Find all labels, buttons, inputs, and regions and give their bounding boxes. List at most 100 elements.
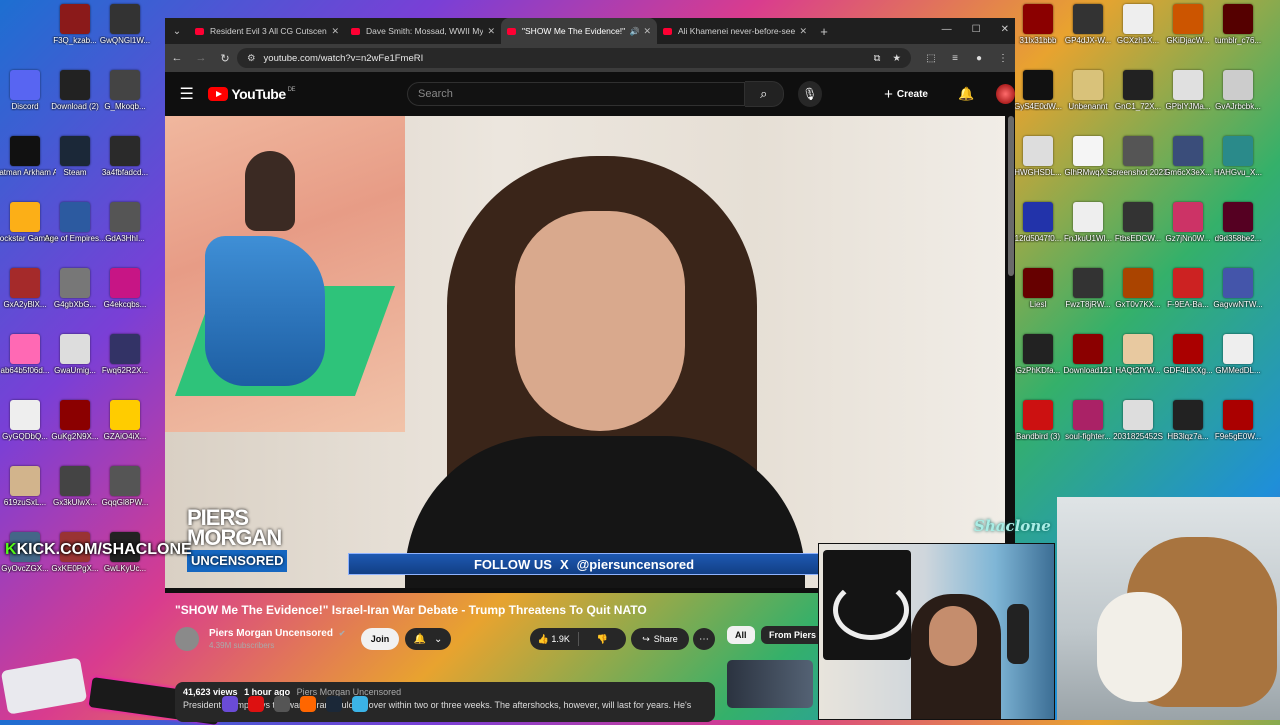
desktop-icon-image bbox=[1223, 268, 1253, 298]
desktop-icon-image bbox=[1223, 400, 1253, 430]
browser-window: ⌄ Resident Evil 3 All CG Cutscenes ✕ Dav… bbox=[165, 18, 1016, 722]
microphone-icon: 🎙 bbox=[802, 87, 818, 101]
tab-title: "SHOW Me The Evidence!" bbox=[522, 26, 626, 36]
game-app-icon[interactable] bbox=[274, 696, 290, 712]
desktop-icon-image bbox=[1223, 70, 1253, 100]
dog-cat-overlay bbox=[1057, 497, 1280, 720]
desktop-icon-label: GdA3HhI... bbox=[105, 234, 145, 243]
desktop-icon[interactable]: GagvwNTW... bbox=[1207, 264, 1269, 309]
subscribed-notification-button[interactable]: 🔔 ⌄ bbox=[405, 628, 451, 650]
red-app-icon[interactable] bbox=[248, 696, 264, 712]
youtube-logo[interactable]: YouTube DE bbox=[208, 86, 359, 102]
close-tab-icon[interactable]: ✕ bbox=[643, 26, 651, 37]
bell-icon: 🔔 bbox=[413, 633, 427, 645]
create-button[interactable]: + Create bbox=[884, 86, 928, 103]
desktop-icon-image bbox=[1173, 4, 1203, 34]
desktop-icon[interactable]: GqqGl8PW... bbox=[94, 462, 156, 507]
channel-name[interactable]: Piers Morgan Uncensored bbox=[209, 628, 333, 639]
create-label: Create bbox=[896, 88, 928, 100]
new-tab-button[interactable]: + bbox=[813, 24, 835, 39]
desktop-icon[interactable]: tumblr_c76... bbox=[1207, 0, 1269, 45]
site-info-icon[interactable]: ⚙ bbox=[247, 53, 256, 64]
desktop-icon-image bbox=[110, 202, 140, 232]
share-icon: ↪ bbox=[642, 633, 650, 644]
scrollbar-thumb[interactable] bbox=[1008, 116, 1014, 276]
extensions-icon[interactable]: ⬚ bbox=[919, 53, 943, 64]
close-tab-icon[interactable]: ✕ bbox=[331, 26, 339, 37]
desktop-icon-image bbox=[1073, 136, 1103, 166]
desktop-icon-image bbox=[1123, 136, 1153, 166]
close-tab-icon[interactable]: ✕ bbox=[799, 26, 807, 37]
recommended-video-thumbnail[interactable] bbox=[727, 660, 813, 708]
notepad-app-icon[interactable] bbox=[352, 696, 368, 712]
desktop-icon[interactable]: GZAiO4iX... bbox=[94, 396, 156, 441]
kitten bbox=[1097, 592, 1182, 702]
desktop-icon[interactable]: GvAJrbcbk... bbox=[1207, 66, 1269, 111]
minimize-icon[interactable]: — bbox=[942, 24, 952, 35]
reload-icon[interactable]: ↻ bbox=[213, 52, 237, 65]
close-tab-icon[interactable]: ✕ bbox=[487, 26, 495, 37]
steam-app-icon[interactable] bbox=[326, 696, 342, 712]
page-scrollbar[interactable] bbox=[1007, 116, 1015, 586]
address-bar[interactable]: ⚙ youtube.com/watch?v=n2wFe1FmeRI ⧉ ★ bbox=[237, 48, 911, 68]
country-code: DE bbox=[287, 87, 296, 93]
chip-from-channel[interactable]: From Piers bbox=[761, 626, 825, 644]
video-player[interactable]: PIERS MORGAN UNCENSORED FOLLOW US X @pie… bbox=[165, 116, 1005, 588]
kick-url: KICK.COM/SHACLONE bbox=[16, 541, 192, 558]
desktop-icon[interactable]: GdA3HhI... bbox=[94, 198, 156, 243]
chip-all[interactable]: All bbox=[727, 626, 755, 644]
browser-menu-icon[interactable]: ⋮ bbox=[991, 53, 1015, 64]
voice-search-button[interactable]: 🎙 bbox=[797, 81, 823, 107]
tab-search-icon[interactable]: ⌄ bbox=[165, 26, 189, 37]
verified-icon: ✔ bbox=[338, 629, 346, 638]
desktop-icon-label: HAHGvu_X... bbox=[1213, 168, 1262, 177]
notifications-bell-icon[interactable]: 🔔 bbox=[958, 86, 974, 102]
url-text[interactable]: youtube.com/watch?v=n2wFe1FmeRI bbox=[264, 53, 862, 64]
forward-icon[interactable]: → bbox=[189, 52, 213, 64]
desktop-icon[interactable]: GMMedDL... bbox=[1207, 330, 1269, 375]
desktop-icon-image bbox=[1023, 334, 1053, 364]
desktop-icon[interactable]: F9e5gE0W... bbox=[1207, 396, 1269, 441]
channel-info[interactable]: Piers Morgan Uncensored ✔ 4.39M subscrib… bbox=[175, 627, 345, 651]
desktop-icon[interactable]: GwQNGl1W... bbox=[94, 0, 156, 45]
profile-icon[interactable]: ● bbox=[967, 53, 991, 64]
channel-avatar[interactable] bbox=[175, 627, 199, 651]
tab-ali-khamenei[interactable]: Ali Khamenei never-before-seen ✕ bbox=[657, 18, 813, 44]
dislike-button[interactable]: 👎 bbox=[579, 634, 627, 645]
install-app-icon[interactable]: ⧉ bbox=[874, 53, 881, 64]
back-icon[interactable]: ← bbox=[165, 52, 189, 64]
kick-logo-icon: K bbox=[5, 541, 17, 558]
follow-us-banner: FOLLOW US X @piersuncensored bbox=[348, 553, 820, 575]
desktop-icon[interactable]: G_Mkoqb... bbox=[94, 66, 156, 111]
desktop-icon[interactable]: HAHGvu_X... bbox=[1207, 132, 1269, 177]
more-actions-button[interactable]: ⋯ bbox=[693, 628, 715, 650]
desktop-icon[interactable]: G4ekcqbs... bbox=[94, 264, 156, 309]
desktop-icon-label: GMMedDL... bbox=[1215, 366, 1261, 375]
join-button[interactable]: Join bbox=[361, 628, 399, 650]
window-controls: — ☐ ✕ bbox=[942, 24, 1009, 35]
tab-dave-smith[interactable]: Dave Smith: Mossad, WWII Myth ✕ bbox=[345, 18, 501, 44]
desktop-icon[interactable]: Fwq62R2X... bbox=[94, 330, 156, 375]
bookmark-star-icon[interactable]: ★ bbox=[892, 53, 901, 64]
youtube-favicon-icon bbox=[507, 27, 516, 35]
close-window-icon[interactable]: ✕ bbox=[1001, 24, 1009, 35]
desktop-icon-image bbox=[1023, 136, 1053, 166]
desktop-icon[interactable]: d9d358be2... bbox=[1207, 198, 1269, 243]
maximize-icon[interactable]: ☐ bbox=[972, 24, 981, 35]
brave-browser-icon[interactable] bbox=[300, 696, 316, 712]
media-control-icon[interactable]: ≡ bbox=[943, 53, 967, 64]
wave-poster bbox=[823, 550, 911, 660]
speaker-icon[interactable]: 🔊 bbox=[629, 27, 639, 36]
like-button[interactable]: 👍 1.9K bbox=[530, 634, 578, 645]
tab-show-me-evidence[interactable]: "SHOW Me The Evidence!" 🔊 ✕ bbox=[501, 18, 657, 44]
share-button[interactable]: ↪ Share bbox=[631, 628, 689, 650]
search-input[interactable]: Search bbox=[407, 82, 745, 106]
channel-name-row[interactable]: Piers Morgan Uncensored ✔ bbox=[209, 628, 345, 639]
account-avatar[interactable] bbox=[996, 84, 1016, 104]
desktop-icon[interactable]: 3a4fbfadcd... bbox=[94, 132, 156, 177]
tab-resident-evil[interactable]: Resident Evil 3 All CG Cutscenes ✕ bbox=[189, 18, 345, 44]
settings-app-icon[interactable] bbox=[222, 696, 238, 712]
search-button[interactable]: ⌕ bbox=[744, 81, 784, 107]
menu-icon[interactable]: ☰ bbox=[165, 84, 208, 104]
desktop-icon-image bbox=[60, 466, 90, 496]
